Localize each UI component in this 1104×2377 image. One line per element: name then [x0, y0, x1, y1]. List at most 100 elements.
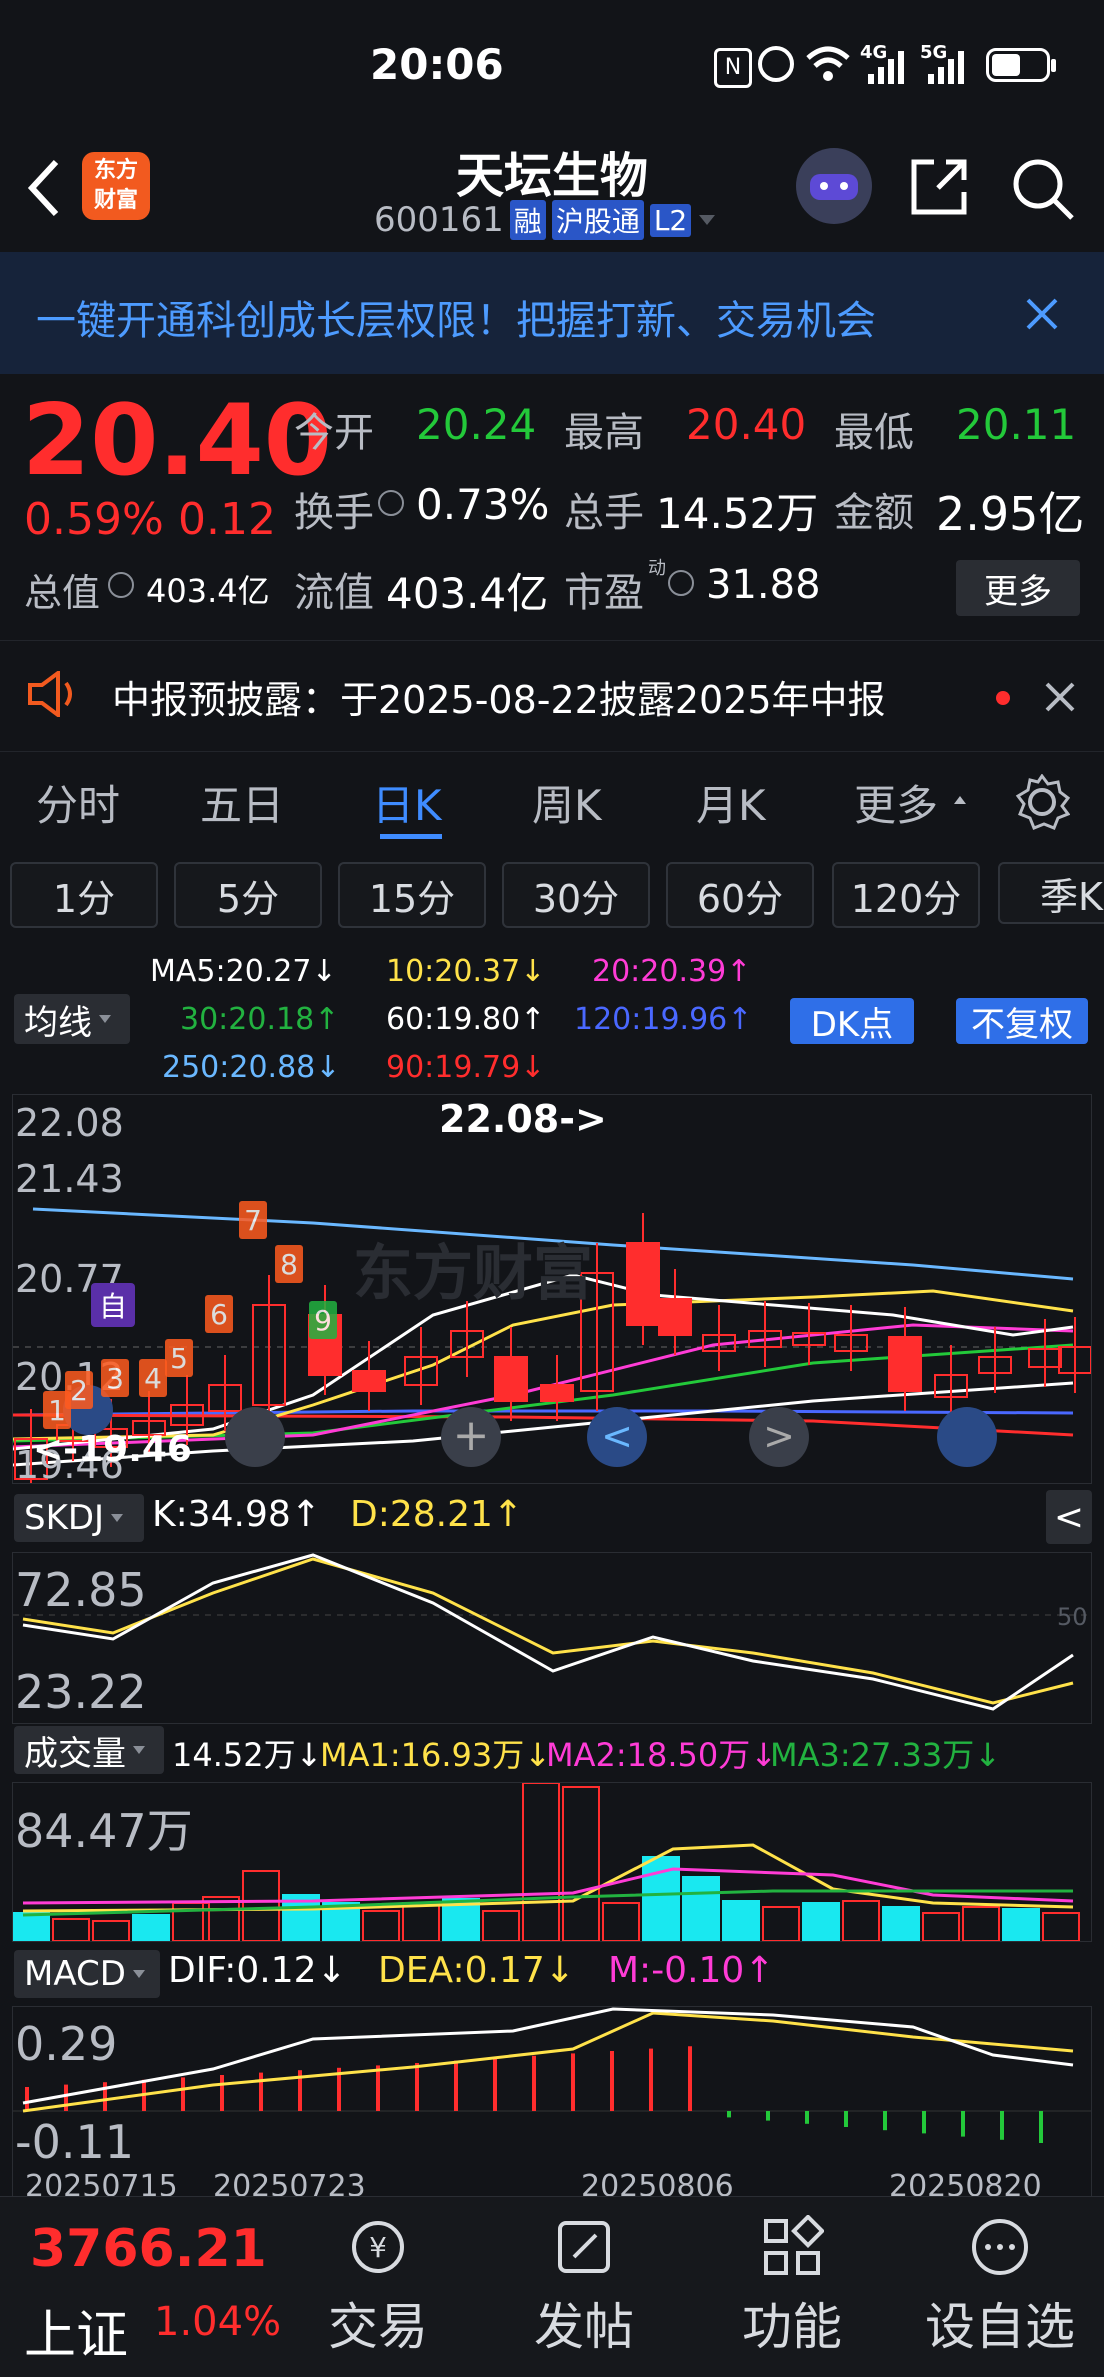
volume-ma1-label: MA1:16.93万↓	[320, 1736, 552, 1774]
info-icon[interactable]	[108, 572, 134, 598]
info-icon[interactable]	[668, 570, 694, 596]
turnover-value: 0.73%	[416, 480, 550, 529]
search-icon[interactable]	[1010, 156, 1076, 222]
volume-bar	[882, 1906, 920, 1941]
nfc-icon: N	[714, 48, 752, 88]
skdj-y-low: 23.22	[15, 1665, 147, 1719]
quote-panel: 20.40 0.59% 0.12 今开 20.24 最高 20.40 最低 20…	[0, 374, 1104, 634]
current-price: 20.40	[22, 384, 332, 498]
chart-tabs: 分时 五日 日K 周K 月K 更多	[0, 750, 1104, 850]
gear-icon[interactable]	[1014, 774, 1070, 830]
tab-daily-k[interactable]: 日K	[372, 772, 442, 833]
alarm-icon	[758, 46, 794, 82]
tab-weekly-k[interactable]: 周K	[532, 772, 602, 833]
sequence-marker: 6	[205, 1295, 233, 1333]
close-icon[interactable]	[1024, 296, 1060, 332]
volume-selector[interactable]: 成交量	[14, 1726, 164, 1774]
volume-bar	[482, 1910, 520, 1941]
tab-more[interactable]: 更多	[854, 772, 938, 833]
stock-subtitle[interactable]: 600161 融 沪股通 L2	[374, 200, 717, 240]
promo-banner[interactable]: 一键开通科创成长层权限！把握打新、交易机会	[0, 252, 1104, 374]
close-icon[interactable]	[1044, 681, 1076, 713]
volume-bar	[842, 1900, 880, 1941]
index-ticker[interactable]: 3766.21 上证 1.04%	[0, 2197, 290, 2377]
clock: 20:06	[370, 40, 504, 89]
bottom-nav: 3766.21 上证 1.04% ¥ 交易 发帖 功能 设自选	[0, 2196, 1104, 2377]
period-120min[interactable]: 120分	[832, 862, 980, 928]
nav-post[interactable]: 发帖	[504, 2197, 664, 2377]
period-60min[interactable]: 60分	[666, 862, 814, 928]
macd-selector-label: MACD	[24, 1954, 126, 1994]
macd-y-low: -0.11	[15, 2115, 135, 2169]
dk-point-button[interactable]: DK点	[790, 998, 914, 1045]
ma-selector[interactable]: 均线	[14, 994, 130, 1044]
nav-watchlist[interactable]: 设自选	[920, 2197, 1080, 2377]
index-name: 上证	[24, 2306, 129, 2366]
signal-icon-2	[928, 51, 964, 84]
volume-bar	[522, 1783, 560, 1941]
macd-y-high: 0.29	[15, 2017, 118, 2071]
scroll-right-icon[interactable]: >	[749, 1407, 809, 1467]
period-selector: 1分 5分 15分 30分 60分 120分 季K	[0, 862, 1104, 932]
tab-intraday[interactable]: 分时	[36, 772, 120, 833]
skdj-k-line	[22, 1553, 1074, 1711]
period-1min[interactable]: 1分	[10, 862, 158, 928]
ma-legend: 均线 MA5:20.27↓ 10:20.37↓ 20:20.39↑ 30:20.…	[0, 946, 1104, 1086]
signal-marker[interactable]: 自	[91, 1283, 135, 1327]
mktcap-label: 总值	[24, 571, 101, 615]
tab-five-day[interactable]: 五日	[200, 772, 284, 833]
edit-icon	[558, 2221, 610, 2273]
skdj-y-high: 72.85	[15, 1563, 147, 1617]
float-value: 403.4亿	[386, 569, 549, 618]
candle-body	[494, 1356, 528, 1402]
nav-functions[interactable]: 功能	[712, 2197, 872, 2377]
volume-bar	[722, 1900, 760, 1941]
amount-label: 金额	[834, 490, 914, 536]
robot-assistant-icon[interactable]	[796, 148, 872, 224]
ma60-label: 60:19.80↑	[386, 1002, 546, 1037]
dropdown-icon	[699, 215, 716, 225]
more-button[interactable]: 更多	[956, 560, 1080, 616]
sequence-marker: 5	[165, 1339, 193, 1377]
kline-chart[interactable]: 东方财富 22.08 21.43 20.77 20.12 19.46 22.08…	[12, 1094, 1092, 1487]
wifi-icon	[806, 46, 850, 81]
macd-dea-label: DEA:0.17↓	[378, 1950, 575, 1991]
zoom-out-icon[interactable]	[225, 1407, 285, 1467]
tab-monthly-k[interactable]: 月K	[696, 772, 766, 833]
period-quarter[interactable]: 季K	[998, 862, 1104, 924]
fullscreen-icon[interactable]	[937, 1407, 997, 1467]
skdj-svg	[13, 1553, 1091, 1711]
volume-bar	[92, 1920, 130, 1941]
ma30-label: 30:20.18↑	[180, 1002, 340, 1037]
volume-bar	[402, 1902, 440, 1941]
volume-bar	[682, 1876, 720, 1941]
panel-collapse-icon[interactable]: <	[1046, 1490, 1092, 1544]
dropdown-icon	[99, 1015, 111, 1023]
skdj-chart[interactable]: 72.85 23.22 50	[12, 1552, 1092, 1724]
no-adjust-button[interactable]: 不复权	[956, 998, 1088, 1045]
svg-text:¥: ¥	[369, 2231, 387, 2264]
volume-bar	[1042, 1912, 1080, 1941]
volume-bar	[962, 1906, 1000, 1941]
ma120-label: 120:19.96↑	[574, 1002, 753, 1037]
volume-chart[interactable]: 84.47万	[12, 1782, 1092, 1942]
skdj-selector[interactable]: SKDJ	[14, 1494, 144, 1542]
scroll-left-icon[interactable]: <	[587, 1407, 647, 1467]
zoom-in-icon[interactable]: +	[441, 1407, 501, 1467]
dropdown-icon	[132, 1970, 145, 1978]
macd-dif-label: DIF:0.12↓	[168, 1950, 347, 1991]
share-icon[interactable]	[908, 156, 970, 218]
notice-bar[interactable]: 中报预披露：于2025-08-22披露2025年中报	[0, 640, 1104, 752]
sequence-marker: 9	[309, 1301, 337, 1339]
kline-y-label: 21.43	[15, 1157, 124, 1201]
info-icon[interactable]	[378, 490, 404, 516]
nav-trade[interactable]: ¥ 交易	[298, 2197, 458, 2377]
period-5min[interactable]: 5分	[174, 862, 322, 928]
pe-label: 市盈	[564, 570, 644, 616]
period-15min[interactable]: 15分	[338, 862, 486, 928]
volume-bar	[602, 1902, 640, 1941]
period-30min[interactable]: 30分	[502, 862, 650, 928]
macd-chart[interactable]: 0.29 -0.11 20250715 20250723 20250806 20…	[12, 2006, 1092, 2204]
macd-selector[interactable]: MACD	[14, 1950, 160, 1998]
turnover-label: 换手	[294, 490, 374, 536]
